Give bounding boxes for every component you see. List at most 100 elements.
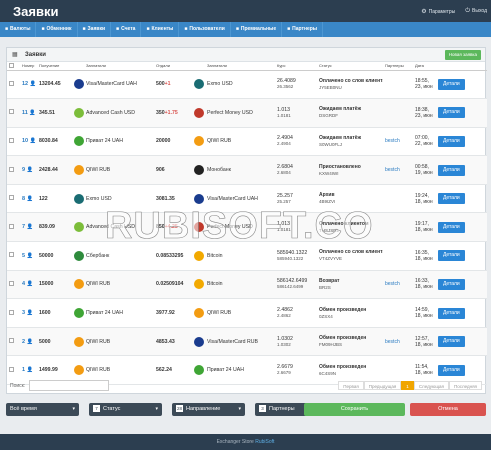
rate-cell: 2.4862 2.4862	[275, 299, 317, 328]
partner-cell	[383, 242, 413, 271]
source-currency-icon-cell	[72, 213, 84, 242]
partner-link[interactable]: bestch	[385, 138, 400, 144]
status-code: THSJSRL	[319, 227, 340, 233]
select-all-header[interactable]	[7, 62, 20, 71]
source-currency-name: Visa/MasterCard UAH	[86, 81, 137, 88]
details-button[interactable]: Детали	[438, 250, 465, 262]
new-order-button[interactable]: Новая заявка	[444, 50, 481, 60]
given-amount: 3081.35	[156, 195, 175, 202]
footer-brand-link[interactable]: RubiSoft	[255, 439, 274, 445]
rate-cell: 1.013 1.0181	[275, 99, 317, 128]
row-checkbox[interactable]	[9, 137, 14, 143]
search-input[interactable]	[29, 380, 109, 391]
currency-icon	[194, 336, 204, 347]
table-body: 12 👤 13204.45 Visa/MasterCard UAH 500+1 Exmo…	[7, 70, 487, 385]
details-button[interactable]: Детали	[438, 336, 465, 348]
details-button[interactable]: Детали	[438, 307, 465, 319]
page-button[interactable]: Следующая	[413, 381, 449, 390]
details-button[interactable]: Детали	[438, 78, 465, 90]
nav-item-6[interactable]: ■ Премиальные	[231, 22, 283, 37]
source-currency-icon-cell	[72, 184, 84, 213]
given-amount: 562.24	[156, 367, 172, 374]
caret-down-icon: ▾	[238, 406, 241, 412]
nav-item-3[interactable]: ■ Счета	[111, 22, 142, 37]
user-icon: 👤	[25, 310, 33, 317]
nav-item-label: Заявки	[87, 26, 106, 32]
rate-cell: 1.013 1.0181	[275, 213, 317, 242]
column-header: Курс	[275, 62, 317, 71]
logout-link[interactable]: ⏻ Выход	[465, 8, 487, 15]
nav-item-0[interactable]: ■ Валюты	[0, 22, 37, 37]
table-row: 5 👤 50000 Сбербанк 0.08533295 Bitcoin 585940.…	[7, 242, 487, 271]
page-button[interactable]: 1	[401, 381, 414, 390]
partner-link[interactable]: bestch	[385, 281, 400, 287]
details-button[interactable]: Детали	[438, 107, 465, 119]
page-button[interactable]: Первая	[338, 381, 364, 390]
page-button[interactable]: Предыдущая	[363, 381, 402, 390]
source-currency-name: Приват 24 UAH	[86, 310, 123, 317]
page-button[interactable]: Последняя	[448, 381, 482, 390]
cancel-button[interactable]: Отмена	[410, 403, 486, 416]
row-checkbox[interactable]	[9, 166, 14, 172]
save-button[interactable]: Сохранить	[304, 403, 405, 416]
actions-header	[436, 62, 487, 71]
rate-secondary: 1.0302	[277, 341, 291, 347]
received-amount: 122	[39, 195, 48, 202]
row-checkbox[interactable]	[9, 80, 14, 86]
currency-icon	[194, 222, 204, 233]
row-checkbox[interactable]	[9, 195, 14, 201]
status-cell: Возврат BR2S	[317, 270, 383, 299]
received-amount: 15000	[39, 281, 54, 288]
status-text: Архив	[319, 192, 335, 199]
details-button[interactable]: Детали	[438, 193, 465, 205]
table-row: 2 👤 5000 QIWI RUB 4853.43 Visa/MasterCard RU…	[7, 327, 487, 356]
orders-table: Номер Получение Заплатили Отдали Заплатили Ку…	[7, 62, 487, 385]
details-button[interactable]: Детали	[438, 278, 465, 290]
actions-cell: Детали	[436, 213, 487, 242]
caret-down-icon: ▾	[72, 406, 75, 412]
source-currency-icon-cell	[72, 99, 84, 128]
nav-item-2[interactable]: ■ Заявки	[78, 22, 112, 37]
row-checkbox[interactable]	[9, 338, 14, 344]
date-cell: 19:24, 18, июн	[415, 192, 433, 205]
row-checkbox[interactable]	[9, 109, 14, 115]
nav-item-1[interactable]: ■ Обменник	[36, 22, 78, 37]
table-row: 10 👤 8030.84 Приват 24 UAH 20000 QIWI RUB 2.4…	[7, 127, 487, 156]
details-button[interactable]: Детали	[438, 164, 465, 176]
rate-cell: 25.257 25.257	[275, 184, 317, 213]
partner-link[interactable]: bestch	[385, 339, 400, 345]
currency-icon	[194, 107, 204, 118]
currency-icon	[74, 336, 84, 347]
order-id-cell: 7 👤	[20, 213, 37, 242]
direction-filter-dropdown[interactable]: 28 Направление ▾	[172, 403, 245, 416]
row-select-cell	[7, 270, 20, 299]
table-row: 11 👤 345.51 Advanced Cash USD 350+1.75 Perfe…	[7, 98, 487, 128]
status-filter-dropdown[interactable]: 7 Статус ▾	[89, 403, 162, 416]
received-amount: 345.51	[39, 109, 55, 116]
row-checkbox[interactable]	[9, 223, 14, 229]
details-button[interactable]: Детали	[438, 364, 465, 376]
nav-item-5[interactable]: ■ Пользователи	[179, 22, 231, 37]
target-currency-icon-cell	[192, 156, 205, 185]
time-filter-dropdown[interactable]: Всё время ▾	[6, 403, 79, 416]
given-amount-cell: 20000	[154, 127, 192, 156]
coins-icon: ■	[5, 26, 9, 32]
select-all-checkbox[interactable]	[9, 62, 14, 68]
details-button[interactable]: Детали	[438, 221, 465, 233]
date-cell: 14:59, 18, июн	[415, 307, 433, 320]
partner-link[interactable]: bestch	[385, 167, 400, 173]
row-checkbox[interactable]	[9, 366, 14, 372]
details-button[interactable]: Детали	[438, 135, 465, 147]
row-checkbox[interactable]	[9, 252, 14, 258]
nav-item-4[interactable]: ■ Клиенты	[141, 22, 180, 37]
nav-item-label: Счета	[121, 26, 136, 32]
nav-item-label: Премиальные	[240, 26, 277, 32]
settings-link[interactable]: ⚙ Параметры	[421, 8, 455, 15]
row-checkbox[interactable]	[9, 280, 14, 286]
nav-item-7[interactable]: ■ Партнеры	[282, 22, 324, 37]
row-checkbox[interactable]	[9, 309, 14, 315]
rate-secondary: 586142.6499	[277, 284, 304, 290]
order-id-cell: 10 👤	[20, 127, 37, 156]
rate-secondary: 25.257	[277, 198, 291, 204]
exchange-icon: ■	[41, 26, 45, 32]
